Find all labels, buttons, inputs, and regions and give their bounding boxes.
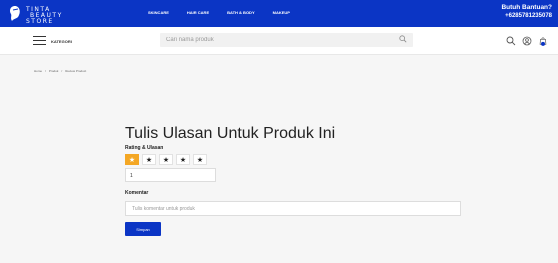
help-title: Butuh Bantuan? xyxy=(501,4,552,11)
star-4-button[interactable]: ★ xyxy=(176,154,190,165)
rating-label: Rating & Ulasan xyxy=(125,145,164,151)
star-3-button[interactable]: ★ xyxy=(159,154,173,165)
breadcrumb: Home / Produk / Review Product xyxy=(34,69,86,73)
search-icon[interactable] xyxy=(506,36,516,46)
breadcrumb-produk[interactable]: Produk xyxy=(49,69,59,73)
star-5-button[interactable]: ★ xyxy=(193,154,207,165)
header-actions xyxy=(506,36,548,46)
simpan-button[interactable]: Simpan xyxy=(125,222,161,236)
star-rating: ★ ★ ★ ★ ★ xyxy=(125,154,207,165)
breadcrumb-separator: / xyxy=(45,69,46,73)
search-input[interactable] xyxy=(166,33,396,47)
komentar-label: Komentar xyxy=(125,190,149,196)
page-title: Tulis Ulasan Untuk Produk Ini xyxy=(125,125,336,142)
komentar-input[interactable] xyxy=(125,201,461,216)
kategori-button[interactable]: KATEGORI xyxy=(51,39,72,44)
nav-item-skincare[interactable]: SKINCARE xyxy=(148,10,169,15)
brand-logo[interactable]: TINTA BEAUTY STORE xyxy=(8,4,78,25)
hamburger-menu-icon[interactable] xyxy=(33,36,46,45)
breadcrumb-home[interactable]: Home xyxy=(34,69,42,73)
nav-item-bath-body[interactable]: BATH & BODY xyxy=(227,10,254,15)
logo-mark-icon xyxy=(10,6,20,21)
star-2-button[interactable]: ★ xyxy=(142,154,156,165)
brand-text: TINTA BEAUTY STORE xyxy=(26,7,63,25)
search-bar-row: KATEGORI xyxy=(0,27,558,55)
nav-item-makeup[interactable]: MAKEUP xyxy=(273,10,290,15)
user-icon[interactable] xyxy=(522,36,532,46)
main-nav: SKINCARE HAIR CARE BATH & BODY MAKEUP xyxy=(148,10,308,15)
rating-value-field[interactable]: 1 xyxy=(125,168,216,182)
top-bar: TINTA BEAUTY STORE SKINCARE HAIR CARE BA… xyxy=(0,0,558,27)
help-phone: +6285781235078 xyxy=(505,13,552,19)
nav-item-hair-care[interactable]: HAIR CARE xyxy=(187,10,209,15)
search-box xyxy=(160,33,413,47)
brand-line3: STORE xyxy=(26,18,54,25)
breadcrumb-separator: / xyxy=(61,69,63,73)
breadcrumb-current: Review Product xyxy=(65,69,87,73)
star-1-button[interactable]: ★ xyxy=(125,154,139,165)
search-icon[interactable] xyxy=(399,35,407,43)
shopping-bag-icon[interactable] xyxy=(538,36,548,46)
help-contact[interactable]: Butuh Bantuan? +6285781235078 xyxy=(501,4,552,20)
